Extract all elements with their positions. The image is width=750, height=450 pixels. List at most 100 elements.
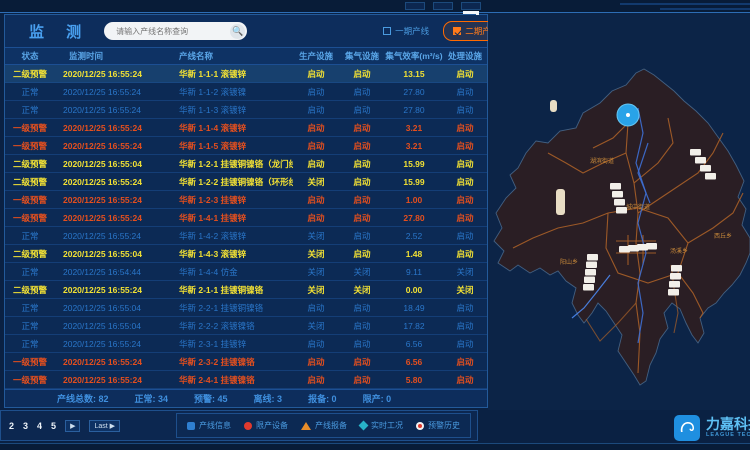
map-svg: 湖滨街道城中街道阳山乡汤溪乡西丘乡 <box>488 13 750 410</box>
production-facility-cell: 启动 <box>293 68 339 80</box>
alert-marker-center-dot <box>626 113 630 117</box>
next-page-button[interactable]: ▶ <box>65 420 80 432</box>
search-input[interactable] <box>104 27 230 36</box>
gas-facility-cell: 启动 <box>339 158 385 170</box>
table-row[interactable]: 正常 2020/12/25 16:55:24 华新 1-4-2 滚镀锌 关闭 启… <box>5 227 487 245</box>
phase1-checkbox[interactable]: 一期产线 <box>383 25 429 37</box>
legend-item[interactable]: 限产设备 <box>244 420 288 431</box>
map-marker[interactable] <box>671 265 682 272</box>
table-row[interactable]: 二级预警 2020/12/25 16:55:04 华新 1-2-1 挂镀铜镍铬（… <box>5 155 487 173</box>
legend-item[interactable]: 产线报备 <box>301 420 347 431</box>
column-header: 状态 <box>5 50 55 62</box>
page-number-button[interactable]: 5 <box>51 421 56 431</box>
table-row[interactable]: 正常 2020/12/25 16:55:04 华新 2-2-1 挂镀铜镍铬 启动… <box>5 299 487 317</box>
panel-header: 监 测 🔍 一期产线 二期产线 <box>5 15 487 48</box>
treatment-facility-cell: 启动 <box>443 374 487 386</box>
line-report-icon <box>301 422 311 430</box>
map-marker[interactable] <box>669 281 680 288</box>
table-row[interactable]: 正常 2020/12/25 16:55:24 华新 1-1-3 滚镀锌 启动 启… <box>5 101 487 119</box>
legend-item[interactable]: 产线信息 <box>187 420 231 431</box>
top-decor-bar <box>0 0 750 13</box>
status-cell: 一级预警 <box>5 212 55 224</box>
table-row[interactable]: 二级预警 2020/12/25 16:55:24 华新 1-2-2 挂镀铜镍铬（… <box>5 173 487 191</box>
map-marker[interactable] <box>668 289 679 296</box>
gas-rate-cell: 13.15 <box>385 69 443 79</box>
treatment-facility-cell: 启动 <box>443 140 487 152</box>
treatment-facility-cell: 启动 <box>443 68 487 80</box>
map-marker[interactable] <box>705 173 716 180</box>
table-row[interactable]: 正常 2020/12/25 16:55:04 华新 2-2-2 滚镀镍铬 关闭 … <box>5 317 487 335</box>
realtime-status-icon <box>359 421 369 431</box>
treatment-facility-cell: 启动 <box>443 104 487 116</box>
map-marker[interactable] <box>585 269 596 276</box>
gas-rate-cell: 3.21 <box>385 141 443 151</box>
gas-rate-cell: 27.80 <box>385 213 443 223</box>
status-cell: 一级预警 <box>5 356 55 368</box>
gas-facility-cell: 启动 <box>339 140 385 152</box>
production-facility-cell: 启动 <box>293 338 339 350</box>
district-map[interactable]: 湖滨街道城中街道阳山乡汤溪乡西丘乡 <box>488 13 750 410</box>
map-marker[interactable] <box>584 277 595 284</box>
page-number-button[interactable]: 4 <box>37 421 42 431</box>
monitor-panel: 监 测 🔍 一期产线 二期产线 状态监测时间产线名称生产设施集气设施集气效率(m… <box>4 14 488 408</box>
treatment-facility-cell: 启动 <box>443 122 487 134</box>
table-row[interactable]: 正常 2020/12/25 16:54:44 华新 1-4-4 仿金 关闭 关闭… <box>5 263 487 281</box>
legend-label: 预警历史 <box>428 420 460 431</box>
map-marker[interactable] <box>587 254 598 261</box>
status-cell: 一级预警 <box>5 194 55 206</box>
gas-rate-cell: 27.80 <box>385 87 443 97</box>
production-facility-cell: 启动 <box>293 194 339 206</box>
column-header: 产线名称 <box>165 50 293 62</box>
map-marker[interactable] <box>614 199 625 206</box>
map-marker[interactable] <box>583 284 594 291</box>
table-row[interactable]: 一级预警 2020/12/25 16:55:24 华新 1-4-1 挂镀锌 启动… <box>5 209 487 227</box>
production-facility-cell: 启动 <box>293 86 339 98</box>
line-name-cell: 华新 1-1-1 滚镀锌 <box>165 68 293 80</box>
phase1-label: 一期产线 <box>395 25 429 37</box>
search-icon[interactable]: 🔍 <box>230 24 245 39</box>
legend-item[interactable]: 实时工况 <box>360 420 403 431</box>
gas-rate-cell: 6.56 <box>385 339 443 349</box>
map-marker[interactable] <box>586 262 597 269</box>
table-row[interactable]: 一级预警 2020/12/25 16:55:24 华新 2-4-1 挂镀镍铬 启… <box>5 371 487 389</box>
page-number-button[interactable]: 2 <box>9 421 14 431</box>
table-row[interactable]: 一级预警 2020/12/25 16:55:24 华新 2-3-2 挂镀镍铬 启… <box>5 353 487 371</box>
legend-item[interactable]: 预警历史 <box>416 420 460 431</box>
table-row[interactable]: 正常 2020/12/25 16:55:24 华新 1-1-2 滚镀镍 启动 启… <box>5 83 487 101</box>
table-row[interactable]: 正常 2020/12/25 16:55:24 华新 2-3-1 挂镀锌 启动 启… <box>5 335 487 353</box>
table-row[interactable]: 二级预警 2020/12/25 16:55:04 华新 1-4-3 滚镀锌 关闭… <box>5 245 487 263</box>
table-row[interactable]: 一级预警 2020/12/25 16:55:24 华新 1-2-3 挂镀锌 启动… <box>5 191 487 209</box>
time-cell: 2020/12/25 16:55:04 <box>55 321 165 331</box>
table-row[interactable]: 二级预警 2020/12/25 16:55:24 华新 2-1-1 挂镀铜镍铬 … <box>5 281 487 299</box>
time-cell: 2020/12/25 16:55:24 <box>55 231 165 241</box>
gas-facility-cell: 启动 <box>339 68 385 80</box>
table-row[interactable]: 一级预警 2020/12/25 16:55:24 华新 1-1-5 滚镀锌 启动… <box>5 137 487 155</box>
gas-facility-cell: 启动 <box>339 230 385 242</box>
production-facility-cell: 关闭 <box>293 284 339 296</box>
production-facility-cell: 关闭 <box>293 320 339 332</box>
gas-rate-cell: 0.00 <box>385 285 443 295</box>
limit-device-icon <box>244 422 252 430</box>
map-marker[interactable] <box>616 207 627 214</box>
map-marker[interactable] <box>612 191 623 198</box>
map-marker[interactable] <box>610 183 621 190</box>
line-name-cell: 华新 2-2-1 挂镀铜镍铬 <box>165 302 293 314</box>
map-marker[interactable] <box>700 165 711 172</box>
last-page-button[interactable]: Last ▶ <box>89 420 120 432</box>
map-marker[interactable] <box>670 273 681 280</box>
table-row[interactable]: 一级预警 2020/12/25 16:55:24 华新 1-1-4 滚镀锌 启动… <box>5 119 487 137</box>
line-name-cell: 华新 2-4-1 挂镀镍铬 <box>165 374 293 386</box>
gas-facility-cell: 启动 <box>339 194 385 206</box>
line-name-cell: 华新 1-2-1 挂镀铜镍铬（龙门线） <box>165 158 293 170</box>
table-row[interactable]: 二级预警 2020/12/25 16:55:24 华新 1-1-1 滚镀锌 启动… <box>5 65 487 83</box>
checkbox-checked-icon <box>453 27 461 35</box>
time-cell: 2020/12/25 16:55:24 <box>55 87 165 97</box>
treatment-facility-cell: 启动 <box>443 176 487 188</box>
map-marker[interactable] <box>695 157 706 164</box>
map-marker[interactable] <box>690 149 701 156</box>
status-cell: 二级预警 <box>5 248 55 260</box>
page-number-button[interactable]: 3 <box>23 421 28 431</box>
summary-stat: 离线: 3 <box>254 392 283 405</box>
time-cell: 2020/12/25 16:55:04 <box>55 303 165 313</box>
map-marker[interactable] <box>646 243 657 250</box>
